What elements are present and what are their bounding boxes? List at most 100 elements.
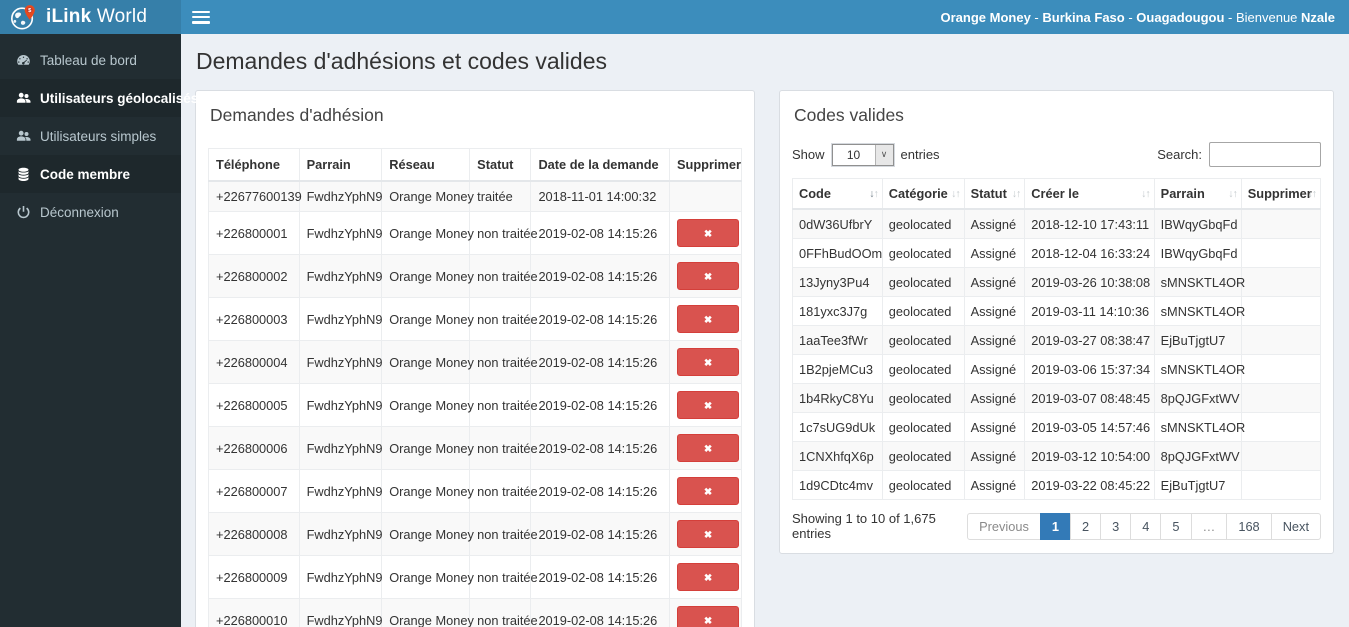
close-icon: ✖ — [703, 487, 713, 498]
sidebar-item-tableau-de-bord[interactable]: Tableau de bord — [0, 41, 181, 79]
sort-icon: ↓↑ — [869, 187, 879, 200]
delete-request-button[interactable]: ✖ — [677, 477, 740, 505]
sidebar-menu: Tableau de bord Utilisateurs géolocalisés… — [0, 34, 198, 231]
delete-request-button[interactable]: ✖ — [677, 262, 740, 290]
sidebar-item-utilisateurs-geolocalises[interactable]: Utilisateurs géolocalisés — [0, 79, 198, 117]
cell-telephone: +226800005 — [208, 383, 300, 427]
cell-supprimer — [1240, 354, 1322, 384]
cell-telephone: +226800008 — [208, 512, 300, 556]
delete-request-button[interactable]: ✖ — [677, 434, 740, 462]
cell-parrain: EjBuTjgtU7 — [1153, 325, 1242, 355]
cell-statut: Assigné — [963, 208, 1026, 239]
cell-date: 2019-02-08 14:15:26 — [530, 512, 671, 556]
cell-code: 13Jyny3Pu4 — [792, 267, 883, 297]
cell-parrain: sMNSKTL4OR — [1153, 412, 1245, 442]
close-icon: ✖ — [703, 315, 713, 326]
sidebar-item-label: Déconnexion — [40, 204, 119, 220]
cell-telephone: +226800010 — [208, 598, 300, 627]
pagination-link-previous[interactable]: Previous — [967, 512, 1041, 540]
cell-supprimer — [1240, 383, 1322, 413]
cell-parrain: EjBuTjgtU7 — [1153, 470, 1242, 500]
user-info-segment: - — [1124, 9, 1137, 25]
user-info-segment: Nzale — [1301, 9, 1335, 25]
sidebar-item-deconnexion[interactable]: Déconnexion — [0, 193, 181, 231]
cell-reseau: Orange Money — [381, 211, 474, 255]
pagination-link-next[interactable]: Next — [1270, 512, 1321, 540]
table-footer: Showing 1 to 10 of 1,675 entries Previou… — [792, 511, 1321, 541]
delete-request-button[interactable]: ✖ — [677, 219, 740, 247]
sort-icon: ↓↑ — [1141, 187, 1151, 200]
cell-creer-le: 2019-03-27 08:38:47 — [1024, 325, 1155, 355]
cell-statut: Assigné — [963, 383, 1026, 413]
requests-column-header: Téléphone — [208, 148, 300, 182]
codes-column-header-creer_le[interactable]: Créer le ↓↑ — [1024, 178, 1155, 210]
user-info-segment: - — [1030, 9, 1043, 25]
code-row: 1b4RkyC8Yu geolocated Assigné 2019-03-07 08… — [792, 383, 1322, 413]
cell-reseau: Orange Money — [381, 555, 474, 599]
pagination-link-page-4[interactable]: 4 — [1130, 512, 1162, 540]
sidebar-item-code-membre[interactable]: Code membre — [0, 155, 181, 193]
cell-statut: non traitée — [469, 598, 538, 627]
cell-code: 181yxc3J7g — [792, 296, 883, 326]
cell-parrain: FwdhzYphN9 — [298, 383, 382, 427]
cell-date: 2019-02-08 14:15:26 — [530, 426, 671, 470]
pagination-link-page-1[interactable]: 1 — [1039, 512, 1072, 540]
code-row: 1aaTee3fWr geolocated Assigné 2019-03-27 08… — [792, 325, 1322, 355]
delete-request-button[interactable]: ✖ — [677, 305, 740, 333]
sidebar-toggle-button[interactable] — [192, 10, 210, 24]
requests-column-header: Réseau — [381, 148, 471, 182]
pagination-link-page-2[interactable]: 2 — [1070, 512, 1102, 540]
codes-column-header-code[interactable]: Code ↓↑ — [792, 178, 883, 210]
delete-request-button[interactable]: ✖ — [677, 391, 740, 419]
cell-statut: non traitée — [469, 211, 538, 255]
codes-column-header-statut[interactable]: Statut ↓↑ — [963, 178, 1026, 210]
cell-parrain: FwdhzYphN9 — [298, 598, 382, 627]
codes-panel-title: Codes valides — [794, 105, 904, 125]
delete-request-button[interactable]: ✖ — [677, 348, 740, 376]
pagination-item-page-4: 4 — [1130, 512, 1162, 540]
pagination: Previous 1 2 3 4 5… 168 Next — [967, 512, 1321, 540]
cell-parrain: FwdhzYphN9 — [298, 254, 382, 298]
cell-parrain: FwdhzYphN9 — [298, 180, 382, 212]
table-info: Showing 1 to 10 of 1,675 entries — [792, 511, 936, 541]
brand[interactable]: $ iLink World — [0, 0, 181, 34]
cell-categorie: geolocated — [881, 354, 965, 384]
requests-panel-title: Demandes d'adhésion — [210, 105, 384, 125]
sidebar-item-utilisateurs-simples[interactable]: Utilisateurs simples — [0, 117, 181, 155]
code-row: 1c7sUG9dUk geolocated Assigné 2019-03-05 14… — [792, 412, 1322, 442]
cell-creer-le: 2018-12-10 17:43:11 — [1024, 208, 1155, 239]
codes-column-header-parrain[interactable]: Parrain ↓↑ — [1153, 178, 1242, 210]
delete-request-button[interactable]: ✖ — [677, 563, 740, 591]
cell-telephone: +226800006 — [208, 426, 300, 470]
search-input[interactable] — [1209, 142, 1321, 167]
pagination-link-page-5[interactable]: 5 — [1160, 512, 1192, 540]
page-length-select[interactable]: 10 ∨ — [830, 142, 895, 167]
pagination-link-page-168[interactable]: 168 — [1226, 512, 1272, 540]
pagination-item-next: Next — [1270, 512, 1321, 540]
pagination-link-page-3[interactable]: 3 — [1100, 512, 1132, 540]
cell-parrain: sMNSKTL4OR — [1153, 296, 1245, 326]
cell-code: 1B2pjeMCu3 — [792, 354, 883, 384]
cell-statut: Assigné — [963, 296, 1026, 326]
requests-table: Téléphone Parrain Réseau Statut Date de la d… — [208, 148, 742, 627]
cell-parrain: FwdhzYphN9 — [298, 211, 382, 255]
cell-statut: non traitée — [469, 254, 538, 298]
sidebar: $ iLink World Tableau de bord Utilisateur… — [0, 0, 198, 627]
close-icon: ✖ — [703, 272, 713, 283]
codes-column-header-supprimer[interactable]: Supprimer ↓↑ — [1240, 178, 1322, 210]
user-info-segment: Ouagadougou — [1136, 9, 1225, 25]
cell-statut: Assigné — [963, 441, 1026, 471]
cell-statut: Assigné — [963, 267, 1026, 297]
cell-statut: non traitée — [469, 512, 538, 556]
close-icon: ✖ — [703, 616, 713, 627]
cell-date: 2019-02-08 14:15:26 — [530, 297, 671, 341]
request-row: +226800007 FwdhzYphN9 Orange Money non trai… — [208, 469, 742, 513]
chevron-down-icon: ∨ — [874, 144, 893, 165]
codes-column-header-categorie[interactable]: Catégorie ↓↑ — [881, 178, 965, 210]
cell-categorie: geolocated — [881, 441, 965, 471]
close-icon: ✖ — [703, 358, 713, 369]
delete-request-button[interactable]: ✖ — [677, 520, 740, 548]
cell-statut: Assigné — [963, 325, 1026, 355]
cell-parrain: IBWqyGbqFd — [1153, 208, 1242, 239]
delete-request-button[interactable]: ✖ — [677, 606, 740, 627]
